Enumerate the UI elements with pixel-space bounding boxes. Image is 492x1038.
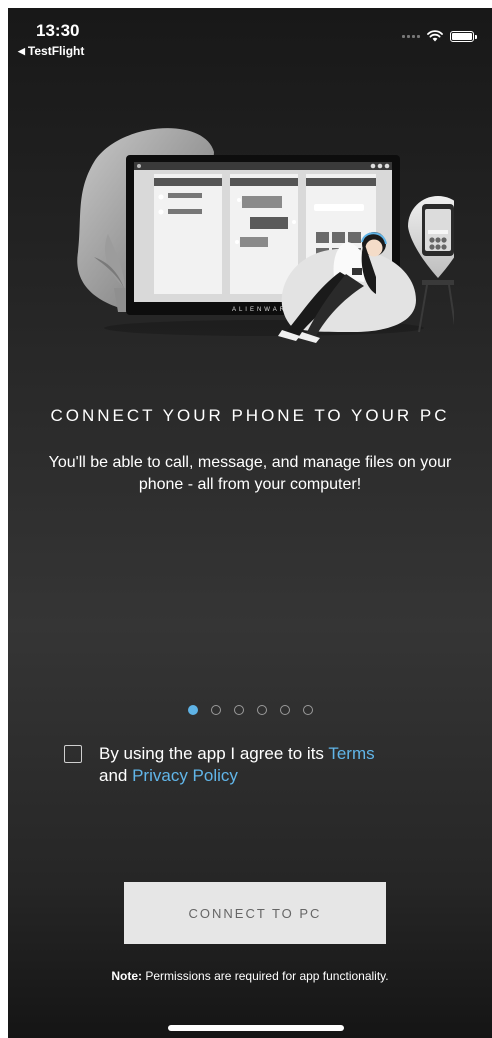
page-dot[interactable] — [302, 705, 313, 715]
onboarding-description: You'll be able to call, message, and man… — [48, 454, 452, 493]
consent-middle: and — [99, 766, 133, 785]
page-dot[interactable] — [256, 705, 267, 715]
page-dot[interactable] — [279, 705, 290, 715]
page-dot[interactable] — [210, 705, 221, 715]
terms-link[interactable]: Terms — [328, 744, 374, 763]
note-label: Note: — [111, 969, 143, 983]
status-time: 13:30 — [36, 21, 80, 40]
terms-consent: By using the app I agree to its Terms an… — [64, 743, 444, 787]
wifi-icon — [427, 30, 443, 42]
page-dot-active[interactable] — [187, 705, 198, 715]
terms-checkbox[interactable] — [64, 745, 82, 763]
onboarding-title: CONNECT YOUR PHONE TO YOUR PC — [50, 406, 450, 425]
back-label: TestFlight — [27, 44, 85, 58]
app-screen: 13:30 ◀ TestFlight ALIENWARE CONNECT YOU… — [8, 8, 492, 1038]
home-indicator[interactable] — [168, 1025, 344, 1031]
consent-prefix: By using the app I agree to its — [99, 744, 329, 763]
page-indicator[interactable] — [8, 705, 492, 715]
permissions-note: Note: Permissions are required for app f… — [8, 969, 492, 983]
cellular-signal-icon — [402, 34, 420, 38]
back-to-testflight[interactable]: ◀ TestFlight — [18, 44, 84, 58]
onboarding-illustration: ALIENWARE — [77, 128, 454, 343]
page-dot[interactable] — [233, 705, 244, 715]
terms-consent-text: By using the app I agree to its Terms an… — [99, 743, 375, 787]
connect-to-pc-button[interactable]: CONNECT TO PC — [124, 882, 386, 944]
privacy-policy-link[interactable]: Privacy Policy — [132, 766, 238, 785]
back-arrow-icon: ◀ — [18, 45, 25, 56]
battery-icon — [450, 30, 477, 42]
status-indicators — [402, 30, 477, 42]
note-text: Permissions are required for app functio… — [142, 969, 389, 983]
